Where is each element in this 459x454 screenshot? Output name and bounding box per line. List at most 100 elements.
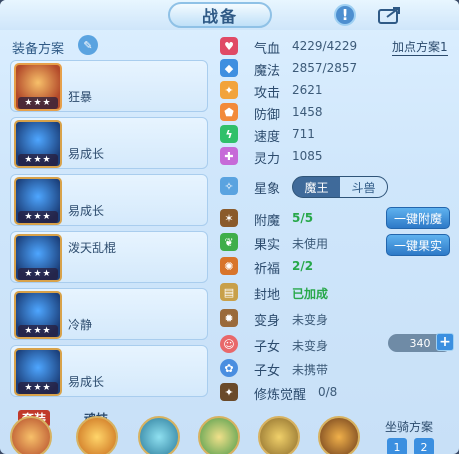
xingxiang-toggle[interactable]: 魔王 斗兽 [292, 176, 388, 198]
one-click-fruit-button[interactable]: 一键果实 [386, 234, 450, 256]
stat-value: 2/2 [292, 259, 314, 273]
paw-icon: ✿ [220, 359, 238, 377]
edit-icon[interactable]: ✎ [78, 35, 98, 55]
stat-spirit: ✚ 灵力 1085 [220, 146, 456, 167]
stat-value: 4229/4229 [292, 39, 358, 53]
equip-item[interactable]: ★★★ 易成长 [10, 117, 208, 169]
stat-value: 0/8 [318, 385, 338, 399]
equip-name: 泼天乱棍 [68, 241, 117, 255]
stat-label: 祈福 [254, 262, 281, 277]
stat-hp: ♥ 气血 4229/4229 [220, 36, 456, 57]
battle-prep-panel: 战备 ! 装备方案 ✎ ★★★ 狂暴 ★★★ 易成长 ★★★ 易成长 ★★★ 泼… [0, 0, 459, 454]
stat-mp: ◆ 魔法 2857/2857 [220, 58, 456, 79]
bottom-bar: 套装 魂技 坐骑方案 1 2 [0, 408, 459, 454]
skill-slot-icon[interactable] [138, 416, 180, 454]
stat-label: 气血 [254, 42, 281, 57]
stat-value: 1085 [292, 149, 323, 163]
stat-label: 魔法 [254, 64, 281, 79]
equip-name: 冷静 [68, 318, 93, 332]
stat-value: 2857/2857 [292, 61, 358, 75]
equip-item[interactable]: ★★★ 狂暴 [10, 60, 208, 112]
stat-label: 附魔 [254, 214, 281, 229]
equip-item[interactable]: ★★★ 泼天乱棍 [10, 231, 208, 283]
stat-value: 未变身 [292, 313, 329, 327]
star-rating: ★★★ [18, 325, 58, 337]
star-rating: ★★★ [18, 211, 58, 223]
xingxiang-option-doushou[interactable]: 斗兽 [340, 177, 387, 197]
stat-label: 封地 [254, 288, 281, 303]
equip-scheme-title: 装备方案 [12, 42, 65, 57]
star-rating: ★★★ [18, 382, 58, 394]
stat-value: 2621 [292, 83, 323, 97]
cultivation-icon: ✦ [220, 383, 238, 401]
skill-slot-icon[interactable] [318, 416, 360, 454]
equip-name: 狂暴 [68, 90, 93, 104]
enhance-transform: ✹ 变身 未变身 [220, 308, 456, 329]
stat-value: 未变身 [292, 339, 329, 353]
stat-label: 灵力 [254, 152, 281, 167]
xingxiang-option-mowang[interactable]: 魔王 [293, 177, 340, 197]
mount-scheme-2-button[interactable]: 2 [414, 438, 434, 454]
blessing-icon: ✺ [220, 257, 238, 275]
stat-value: 1458 [292, 105, 323, 119]
equip-name: 易成长 [68, 204, 105, 218]
equip-slot-icon: ★★★ [14, 234, 62, 282]
star-rating: ★★★ [18, 97, 58, 109]
stat-label: 速度 [254, 130, 281, 145]
stat-label: 修炼觉醒 [254, 388, 307, 403]
speed-icon: ϟ [220, 125, 238, 143]
skill-slot-icon[interactable] [198, 416, 240, 454]
stat-label: 攻击 [254, 86, 281, 101]
stat-label: 防御 [254, 108, 281, 123]
stat-value: 未使用 [292, 237, 329, 251]
stat-label: 变身 [254, 314, 281, 329]
title-bar: 战备 ! [0, 0, 459, 30]
fief-icon: ▤ [220, 283, 238, 301]
transform-icon: ✹ [220, 309, 238, 327]
equip-slot-icon: ★★★ [14, 291, 62, 339]
heart-icon: ♥ [220, 37, 238, 55]
stat-xingxiang: ✧ 星象 魔王 斗兽 [220, 176, 456, 198]
spirit-icon: ✚ [220, 147, 238, 165]
stat-label: 果实 [254, 238, 281, 253]
defense-icon: ⬟ [220, 103, 238, 121]
enchant-icon: ✶ [220, 209, 238, 227]
stat-value: 已加成 [292, 287, 329, 301]
plus-button[interactable]: + [436, 333, 454, 351]
stat-defense: ⬟ 防御 1458 [220, 102, 456, 123]
equip-item[interactable]: ★★★ 易成长 [10, 174, 208, 226]
enhance-blessing: ✺ 祈福 2/2 [220, 256, 456, 277]
equip-item[interactable]: ★★★ 冷静 [10, 288, 208, 340]
stat-speed: ϟ 速度 711 [220, 124, 456, 145]
equip-slot-icon: ★★★ [14, 177, 62, 225]
stat-label: 子女 [254, 364, 281, 379]
enhance-cultivation: ✦ 修炼觉醒 0/8 [220, 382, 456, 403]
attack-icon: ✦ [220, 81, 238, 99]
suit-slot-icon[interactable] [10, 416, 52, 454]
stat-attack: ✦ 攻击 2621 [220, 80, 456, 101]
mount-scheme-label: 坐骑方案 [385, 420, 434, 434]
equip-name: 易成长 [68, 147, 105, 161]
stat-label: 子女 [254, 340, 281, 355]
mount-scheme-1-button[interactable]: 1 [387, 438, 407, 454]
stat-value: 未携带 [292, 363, 329, 377]
equip-slot-icon: ★★★ [14, 63, 62, 111]
equip-name: 易成长 [68, 375, 105, 389]
enhance-fief: ▤ 封地 已加成 [220, 282, 456, 303]
equip-item[interactable]: ★★★ 易成长 [10, 345, 208, 397]
skill-slot-icon[interactable] [258, 416, 300, 454]
one-click-enchant-button[interactable]: 一键附魔 [386, 207, 450, 229]
share-icon[interactable] [377, 5, 403, 25]
equip-slot-icon: ★★★ [14, 348, 62, 396]
help-icon[interactable]: ! [334, 4, 356, 26]
page-title: 战备 [168, 2, 272, 28]
star-sign-icon: ✧ [220, 177, 238, 195]
child-icon: ☺ [220, 335, 238, 353]
stat-value: 5/5 [292, 211, 314, 225]
enhance-child: ✿ 子女 未携带 [220, 358, 456, 379]
mana-icon: ◆ [220, 59, 238, 77]
soul-skill-slot-icon[interactable] [76, 416, 118, 454]
star-rating: ★★★ [18, 268, 58, 280]
equip-slot-icon: ★★★ [14, 120, 62, 168]
stat-value: 711 [292, 127, 315, 141]
